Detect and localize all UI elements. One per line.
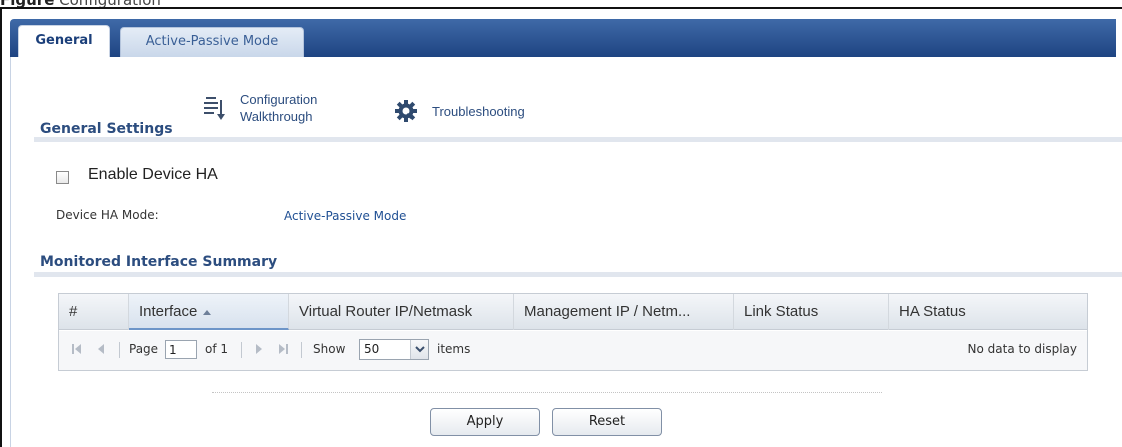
pager-separator [301,342,302,358]
items-per-page-select[interactable]: 50 [359,339,429,360]
page-number-input[interactable] [165,340,197,359]
enable-device-ha-checkbox[interactable] [56,171,69,184]
page-count-label: of 1 [205,342,229,356]
pager-separator [241,342,242,358]
column-header-virtual-router[interactable]: Virtual Router IP/Netmask [289,294,514,330]
config-walkthrough-icon [204,94,226,122]
content-panel [10,57,1116,447]
show-label: Show [313,342,346,356]
column-header-number[interactable]: # [59,294,129,330]
configuration-walkthrough-link[interactable]: Configuration Walkthrough [204,91,317,125]
column-header-management-ip[interactable]: Management IP / Netm... [514,294,734,330]
page-frame: General Active-Passive Mode General Sett… [0,7,1122,447]
troubleshooting-gear-icon [394,99,418,123]
previous-page-icon[interactable] [95,343,107,355]
table-header: # Interface Virtual Router IP/Netmask Ma… [59,294,1087,330]
config-walkthrough-line1: Configuration [240,92,318,107]
items-label: items [437,342,471,356]
no-data-message: No data to display [967,342,1077,356]
tab-active-passive-mode[interactable]: Active-Passive Mode [120,27,304,57]
device-ha-mode-label: Device HA Mode: [56,208,159,222]
apply-button[interactable]: Apply [430,408,540,436]
sort-ascending-icon [203,309,212,315]
next-page-icon[interactable] [253,343,265,355]
footer-divider [212,392,882,393]
monitored-interface-summary-title: Monitored Interface Summary [40,254,278,270]
section-divider [34,137,1122,142]
tab-general[interactable]: General [18,25,110,57]
column-header-link-status[interactable]: Link Status [734,294,889,330]
device-ha-mode-link[interactable]: Active-Passive Mode [284,209,406,223]
config-walkthrough-line2: Walkthrough [240,109,313,124]
pager-separator [119,342,120,358]
column-header-interface[interactable]: Interface [129,294,289,330]
tab-bar: General Active-Passive Mode [10,19,1116,57]
items-per-page-value: 50 [364,342,380,356]
enable-device-ha-label: Enable Device HA [88,166,218,183]
column-header-ha-status[interactable]: HA Status [889,294,1087,330]
chevron-down-icon [410,340,428,359]
reset-button[interactable]: Reset [552,408,662,436]
column-header-interface-label: Interface [139,303,198,320]
last-page-icon[interactable] [277,343,289,355]
troubleshooting-link[interactable]: Troubleshooting [394,99,525,123]
table-pager: Page of 1 Show 50 items No data to displ… [59,331,1087,370]
monitored-interface-table: # Interface Virtual Router IP/Netmask Ma… [58,293,1088,371]
section-divider [34,272,1122,277]
page-label: Page [129,342,159,356]
first-page-icon[interactable] [71,343,83,355]
general-settings-title: General Settings [40,121,173,137]
troubleshooting-label: Troubleshooting [432,103,525,119]
